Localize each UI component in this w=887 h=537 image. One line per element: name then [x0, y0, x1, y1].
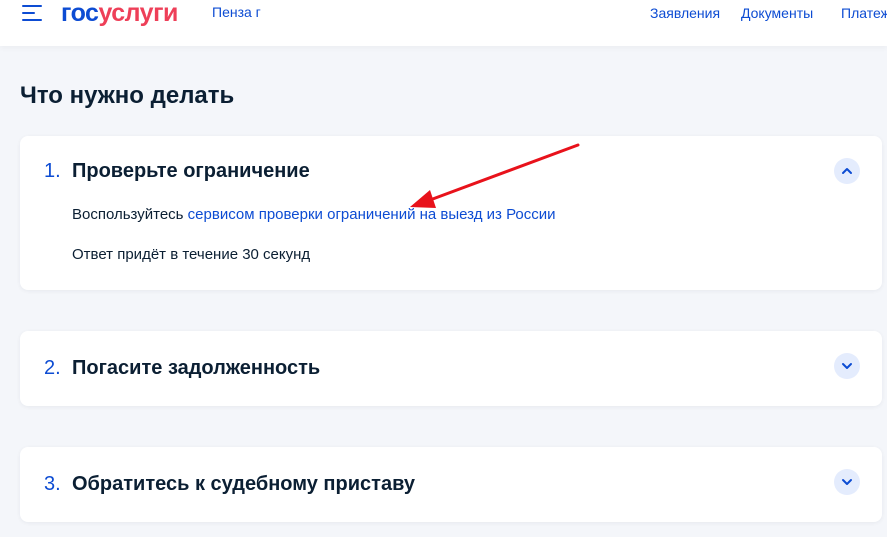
- chevron-down-icon: [842, 363, 852, 369]
- step-title[interactable]: Обратитесь к судебному приставу: [72, 473, 415, 496]
- nav-payments[interactable]: Платеж: [841, 5, 887, 21]
- nav-documents[interactable]: Документы: [741, 5, 813, 21]
- expand-button[interactable]: [834, 469, 860, 495]
- expand-button[interactable]: [834, 353, 860, 379]
- instruction-prefix: Воспользуйтесь: [72, 206, 188, 223]
- step-instruction: Воспользуйтесь сервисом проверки огранич…: [72, 206, 556, 223]
- gosuslugi-logo[interactable]: госуслуги: [61, 0, 178, 28]
- chevron-up-icon: [842, 168, 852, 174]
- page-title: Что нужно делать: [20, 82, 235, 109]
- step-card-2[interactable]: 2. Погасите задолженность: [20, 331, 882, 406]
- step-number: 1.: [44, 160, 61, 182]
- burger-menu-icon[interactable]: [22, 5, 42, 21]
- top-header: госуслуги Пенза г Заявления Документы Пл…: [0, 0, 887, 46]
- region-selector[interactable]: Пенза г: [212, 4, 261, 20]
- step-title[interactable]: Проверьте ограничение: [72, 160, 310, 183]
- collapse-button[interactable]: [834, 158, 860, 184]
- chevron-down-icon: [842, 479, 852, 485]
- step-number: 2.: [44, 357, 61, 379]
- step-title[interactable]: Погасите задолженность: [72, 357, 320, 380]
- step-card-3[interactable]: 3. Обратитесь к судебному приставу: [20, 447, 882, 522]
- step-number: 3.: [44, 473, 61, 495]
- nav-applications[interactable]: Заявления: [650, 5, 720, 21]
- restriction-check-link[interactable]: сервисом проверки ограничений на выезд и…: [188, 206, 556, 223]
- logo-part-gos: гос: [61, 0, 99, 27]
- logo-part-uslugi: услуги: [98, 0, 178, 27]
- step-card-1: 1. Проверьте ограничение Воспользуйтесь …: [20, 136, 882, 290]
- step-note: Ответ придёт в течение 30 секунд: [72, 246, 311, 263]
